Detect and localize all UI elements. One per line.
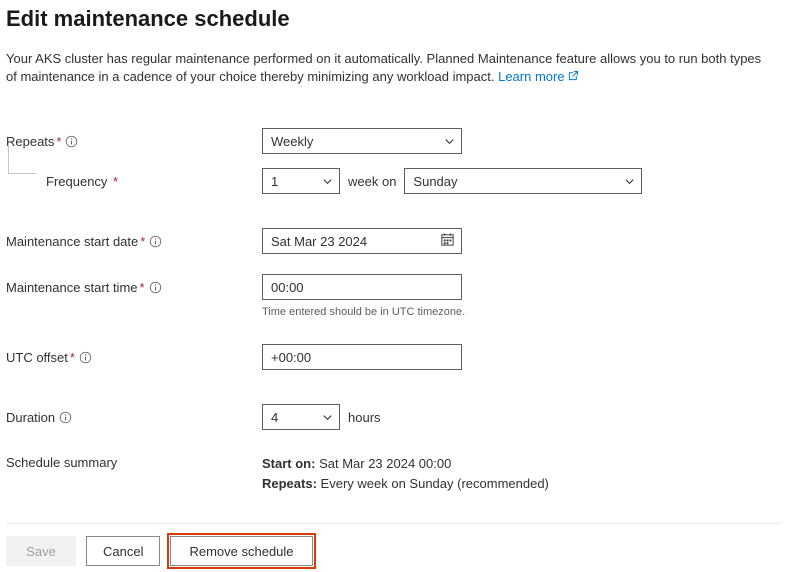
duration-select[interactable]: 4	[262, 404, 340, 430]
start-time-helper: Time entered should be in UTC timezone.	[262, 306, 781, 318]
cancel-button[interactable]: Cancel	[86, 536, 160, 566]
remove-schedule-button[interactable]: Remove schedule	[170, 536, 312, 566]
description-text: Your AKS cluster has regular maintenance…	[6, 50, 766, 86]
chevron-down-icon	[322, 176, 339, 187]
duration-label: Duration	[6, 410, 262, 425]
info-icon[interactable]	[149, 235, 162, 248]
summary-repeats-value: Every week on Sunday (recommended)	[321, 476, 549, 491]
duration-unit: hours	[348, 410, 381, 425]
description-body: Your AKS cluster has regular maintenance…	[6, 51, 761, 84]
external-link-icon	[568, 68, 579, 86]
start-time-row: Maintenance start time *	[6, 272, 781, 302]
duration-row: Duration 4 hours	[6, 402, 781, 432]
frequency-row: Frequency * 1 week on Sunday	[6, 166, 781, 196]
repeats-row: Repeats* Weekly	[6, 126, 781, 156]
chevron-down-icon	[322, 412, 339, 423]
info-icon[interactable]	[59, 411, 72, 424]
summary-row: Schedule summary Start on: Sat Mar 23 20…	[6, 454, 781, 493]
repeats-select[interactable]: Weekly	[262, 128, 462, 154]
start-time-input[interactable]	[262, 274, 462, 300]
summary-repeats-label: Repeats:	[262, 476, 317, 491]
week-on-text: week on	[348, 174, 396, 189]
start-date-label: Maintenance start date *	[6, 234, 262, 249]
utc-offset-label: UTC offset *	[6, 350, 262, 365]
start-date-input[interactable]: Sat Mar 23 2024	[262, 228, 462, 254]
frequency-label: Frequency *	[6, 174, 262, 189]
learn-more-link[interactable]: Learn more	[498, 69, 579, 84]
info-icon[interactable]	[149, 281, 162, 294]
save-button: Save	[6, 536, 76, 566]
utc-offset-row: UTC offset *	[6, 342, 781, 372]
calendar-icon[interactable]	[440, 232, 455, 250]
page-title: Edit maintenance schedule	[6, 6, 781, 32]
summary-content: Start on: Sat Mar 23 2024 00:00 Repeats:…	[262, 454, 549, 493]
summary-start-on-value: Sat Mar 23 2024 00:00	[319, 456, 451, 471]
tree-connector	[8, 144, 36, 174]
frequency-day-select[interactable]: Sunday	[404, 168, 642, 194]
info-icon[interactable]	[65, 135, 78, 148]
summary-start-on-label: Start on:	[262, 456, 315, 471]
repeats-label: Repeats*	[6, 134, 262, 149]
frequency-count-select[interactable]: 1	[262, 168, 340, 194]
start-time-label: Maintenance start time *	[6, 280, 262, 295]
info-icon[interactable]	[79, 351, 92, 364]
start-date-row: Maintenance start date * Sat Mar 23 2024	[6, 226, 781, 256]
summary-label: Schedule summary	[6, 454, 262, 470]
utc-offset-input[interactable]	[262, 344, 462, 370]
chevron-down-icon	[444, 136, 461, 147]
chevron-down-icon	[624, 176, 641, 187]
footer-actions: Save Cancel Remove schedule	[6, 523, 781, 566]
